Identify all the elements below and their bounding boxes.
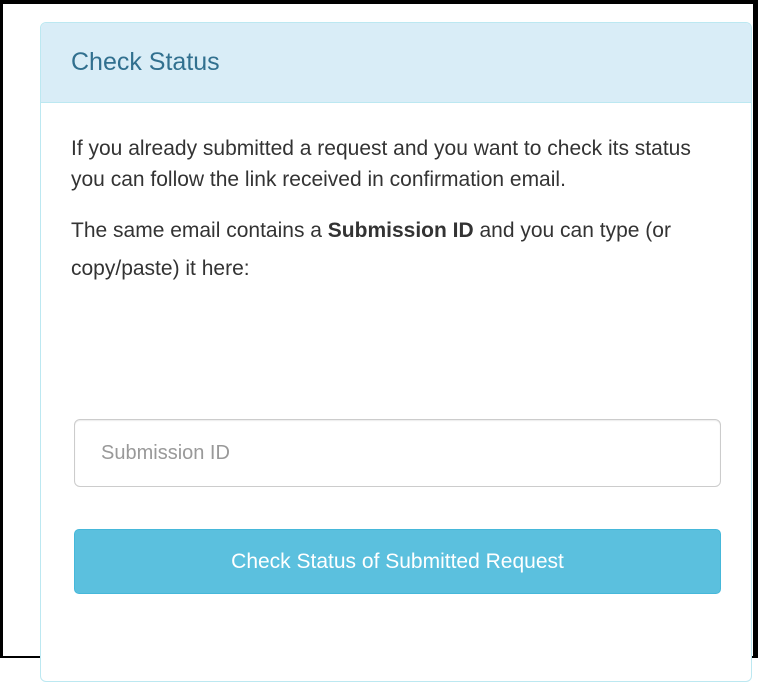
panel-body: If you already submitted a request and y… [41, 133, 751, 288]
submission-id-input[interactable] [74, 419, 721, 487]
panel-title: Check Status [71, 48, 220, 76]
submission-id-emphasis: Submission ID [327, 219, 474, 242]
instruction-prefix: The same email contains a [71, 219, 328, 242]
screenshot-frame: Check Status If you already submitted a … [0, 0, 758, 682]
intro-paragraph: If you already submitted a request and y… [71, 137, 691, 191]
check-status-panel: Check Status If you already submitted a … [40, 22, 752, 682]
check-status-button[interactable]: Check Status of Submitted Request [74, 529, 721, 594]
panel-heading: Check Status [41, 23, 751, 103]
instruction-paragraph: The same email contains a Submission ID … [71, 212, 721, 288]
